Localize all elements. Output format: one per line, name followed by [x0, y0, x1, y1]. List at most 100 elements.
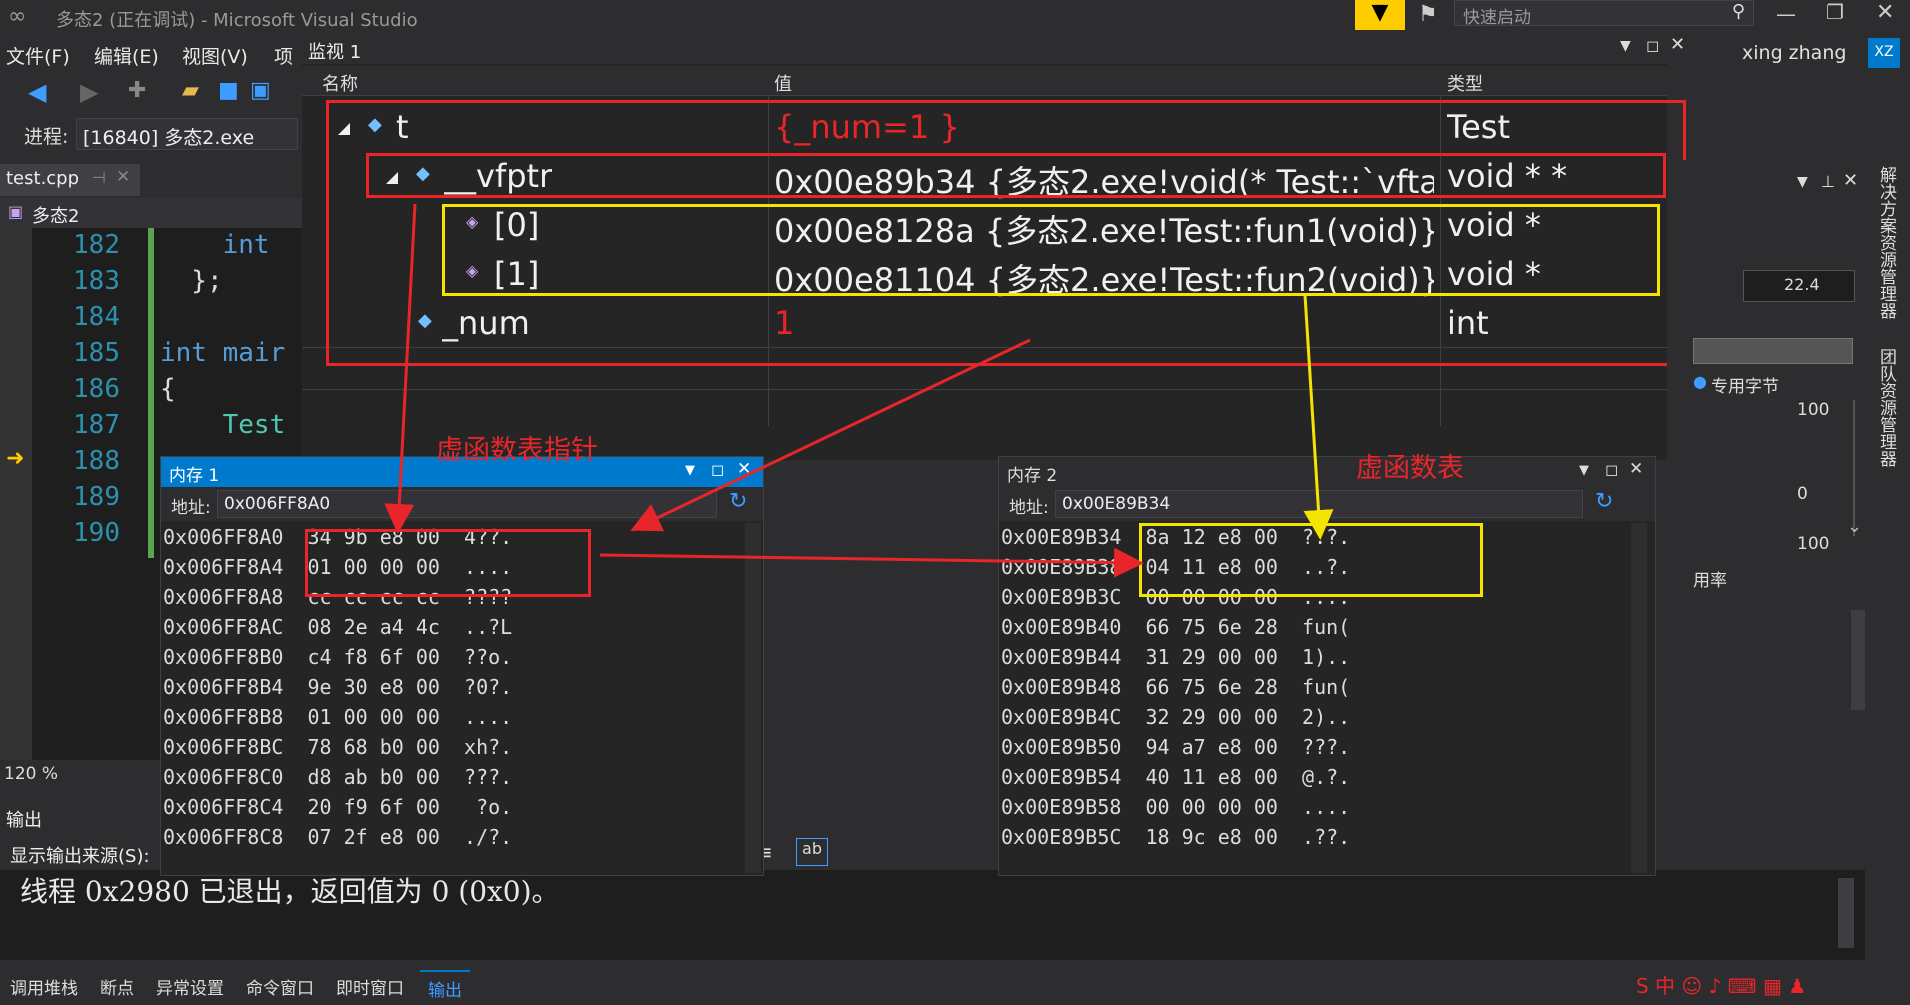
process-select[interactable]: [16840] 多态2.exe: [76, 118, 298, 150]
scroll-down-icon[interactable]: ⌄: [1847, 516, 1862, 537]
output-text[interactable]: 线程 0x2980 已退出，返回值为 0 (0x0)。: [20, 870, 560, 910]
watch-close-icon[interactable]: ✕: [1670, 34, 1685, 55]
panel-close-icon[interactable]: ✕: [1843, 170, 1858, 191]
panel-dropdown-icon[interactable]: ▼: [1797, 174, 1808, 190]
diagnostic-panel: ▼ ⊥ ✕ 22.4 ● 专用字节 100 0 100 ⌄ 用率 ▼ ⊥ ✕: [1667, 160, 1867, 823]
quick-launch-input[interactable]: 快速启动 ⚲: [1454, 0, 1754, 28]
mem1-row[interactable]: 0x006FF8B4 9e 30 e8 00 ?0?.: [163, 675, 512, 705]
tab-breakpoints[interactable]: 断点: [100, 974, 134, 999]
column-name[interactable]: 名称: [322, 70, 358, 96]
menu-view[interactable]: 视图(V): [182, 42, 248, 69]
column-value[interactable]: 值: [774, 70, 792, 96]
highlight-box-mem2: [1139, 523, 1483, 597]
user-avatar[interactable]: XZ: [1868, 38, 1900, 68]
line-number: 190: [73, 518, 120, 548]
mem2-row[interactable]: 0x00E89B5C 18 9c e8 00 .??.: [1001, 825, 1350, 855]
current-line-arrow-icon: ➜: [6, 446, 25, 471]
code-line[interactable]: int mair: [160, 338, 285, 368]
highlight-box-vfptr: [366, 153, 1666, 198]
tab-call-stack[interactable]: 调用堆栈: [10, 974, 78, 999]
dropdown-icon[interactable]: ▼: [1620, 38, 1631, 54]
mem1-row[interactable]: 0x006FF8AC 08 2e a4 4c ..?L: [163, 615, 512, 645]
zoom-select[interactable]: 120 %: [4, 764, 58, 784]
forward-icon[interactable]: ▶: [80, 78, 98, 106]
watch-title: 监视 1: [308, 42, 362, 63]
code-line[interactable]: };: [160, 266, 222, 296]
minimize-button[interactable]: —: [1776, 2, 1796, 26]
mem1-row[interactable]: 0x006FF8B0 c4 f8 6f 00 ??o.: [163, 645, 512, 675]
watch-column-header: 名称 值 类型: [302, 66, 1667, 96]
tab-output[interactable]: 输出: [420, 970, 470, 1005]
scope-label: 多态2: [32, 206, 80, 227]
mem2-refresh-icon[interactable]: ↻: [1595, 489, 1613, 514]
user-name[interactable]: xing zhang: [1742, 42, 1846, 64]
tab-test-cpp[interactable]: test.cpp ⊣ ✕: [0, 164, 140, 196]
mem2-close-icon[interactable]: ✕: [1629, 459, 1643, 479]
open-folder-icon[interactable]: ▰: [182, 78, 199, 103]
change-bar: [148, 228, 154, 558]
output-vscroll[interactable]: [1838, 878, 1854, 948]
column-type[interactable]: 类型: [1447, 70, 1483, 96]
mem1-row[interactable]: 0x006FF8C0 d8 ab b0 00 ???.: [163, 765, 512, 795]
tab-exceptions[interactable]: 异常设置: [156, 974, 224, 999]
mem1-row[interactable]: 0x006FF8BC 78 68 b0 00 xh?.: [163, 735, 512, 765]
ime-toolbar-icon[interactable]: S 中 ☺ ♪ ⌨ ▦ ♟: [1636, 970, 1806, 999]
toggle-wrap-icon[interactable]: ab: [796, 838, 828, 866]
menu-file[interactable]: 文件(F): [6, 42, 70, 69]
scope-bar[interactable]: ▣ 多态2: [0, 198, 302, 228]
process-value: [16840] 多态2.exe: [83, 127, 255, 149]
new-item-icon[interactable]: ✚: [128, 78, 146, 103]
maximize-icon[interactable]: ◻: [1646, 36, 1659, 55]
memory-window-1: 内存 1 ▼ ◻ ✕ 地址: 0x006FF8A0 ↻ 0x006FF8A0 3…: [160, 456, 764, 876]
mem1-row[interactable]: 0x006FF8C4 20 f9 6f 00 ?o.: [163, 795, 512, 825]
mem2-maximize-icon[interactable]: ◻: [1605, 460, 1618, 479]
mem2-row[interactable]: 0x00E89B44 31 29 00 00 1)..: [1001, 645, 1350, 675]
code-line[interactable]: {: [160, 374, 176, 404]
mem2-row[interactable]: 0x00E89B54 40 11 e8 00 @.?.: [1001, 765, 1350, 795]
mem2-scrollbar[interactable]: [1631, 523, 1647, 873]
mem2-row[interactable]: 0x00E89B58 00 00 00 00 ....: [1001, 795, 1350, 825]
annotation-vtable-label: 虚函数表: [1356, 453, 1464, 484]
mem2-row[interactable]: 0x00E89B48 66 75 6e 28 fun(: [1001, 675, 1350, 705]
mem2-row[interactable]: 0x00E89B40 66 75 6e 28 fun(: [1001, 615, 1350, 645]
side-tab-solution-explorer[interactable]: 解决方案资源管理器: [1875, 166, 1899, 319]
mem1-dropdown-icon[interactable]: ▼: [685, 463, 695, 478]
mem1-address-input[interactable]: 0x006FF8A0: [217, 490, 717, 518]
diag-graph-1: 22.4: [1743, 270, 1855, 302]
feedback-icon[interactable]: ⚑: [1418, 2, 1438, 27]
line-number: 182: [73, 230, 120, 260]
breakpoint-margin[interactable]: [0, 228, 32, 760]
mem1-scrollbar[interactable]: [745, 523, 761, 873]
save-icon[interactable]: ■: [218, 78, 239, 103]
pin-icon[interactable]: ⊣: [92, 168, 106, 187]
code-line[interactable]: int: [160, 230, 270, 260]
restore-button[interactable]: ❐: [1826, 0, 1844, 24]
mem2-address-input[interactable]: 0x00E89B34: [1055, 490, 1583, 518]
diag-mem-label: 专用字节: [1711, 377, 1779, 397]
panel-pin-icon[interactable]: ⊥: [1821, 172, 1835, 191]
mem1-row[interactable]: 0x006FF8C8 07 2f e8 00 ./?.: [163, 825, 512, 855]
mem2-dropdown-icon[interactable]: ▼: [1579, 463, 1589, 478]
output-source-label: 显示输出来源(S):: [10, 846, 150, 867]
mem1-maximize-icon[interactable]: ◻: [711, 460, 724, 479]
side-tab-team-explorer[interactable]: 团队资源管理器: [1875, 348, 1899, 467]
back-icon[interactable]: ◀: [28, 78, 46, 106]
close-button[interactable]: ✕: [1876, 0, 1894, 25]
line-number: 189: [73, 482, 120, 512]
menu-edit[interactable]: 编辑(E): [94, 42, 159, 69]
tab-command-window[interactable]: 命令窗口: [246, 974, 314, 999]
mem2-address: 0x00E89B34: [1062, 494, 1171, 514]
mem1-row[interactable]: 0x006FF8B8 01 00 00 00 ....: [163, 705, 512, 735]
tab-close-icon[interactable]: ✕: [116, 167, 130, 187]
code-line[interactable]: Test: [160, 410, 286, 440]
mem1-close-icon[interactable]: ✕: [737, 459, 751, 479]
save-all-icon[interactable]: ▣: [250, 78, 271, 103]
diag-bar: [1693, 338, 1853, 364]
axis-100-b: 100: [1797, 534, 1830, 554]
tab-immediate-window[interactable]: 即时窗口: [336, 974, 404, 999]
notification-icon[interactable]: ▼: [1355, 0, 1405, 30]
mem1-refresh-icon[interactable]: ↻: [729, 489, 747, 514]
mem2-row[interactable]: 0x00E89B50 94 a7 e8 00 ???.: [1001, 735, 1350, 765]
mem2-row[interactable]: 0x00E89B4C 32 29 00 00 2)..: [1001, 705, 1350, 735]
mem2-title: 内存 2: [1007, 466, 1058, 486]
